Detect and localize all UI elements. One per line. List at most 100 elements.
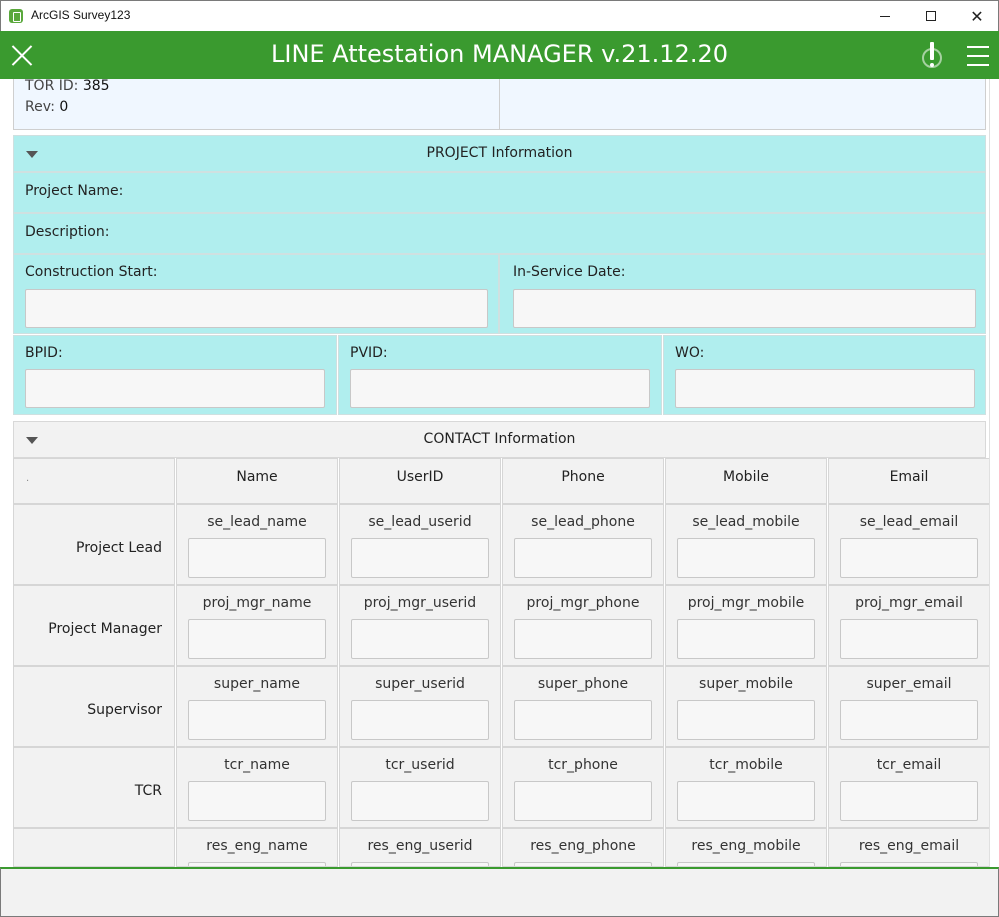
contact-field-input[interactable]	[351, 538, 489, 578]
hamburger-menu-icon[interactable]	[967, 46, 989, 66]
contact-field-input[interactable]	[188, 619, 326, 659]
contact-field-input[interactable]	[514, 781, 652, 821]
contact-field-input[interactable]	[677, 619, 815, 659]
column-header-mobile: Mobile	[665, 458, 827, 504]
row-label-cell-supervisor: Supervisor	[13, 666, 175, 747]
row-label: Project Manager	[48, 621, 162, 637]
contact-field-input[interactable]	[840, 619, 978, 659]
contact-field-cell: res_eng_email	[828, 828, 990, 867]
contact-field-input[interactable]	[351, 781, 489, 821]
pvid-cell: PVID:	[338, 335, 662, 415]
contact-field-input[interactable]	[514, 619, 652, 659]
table-corner-cell: .	[13, 458, 175, 504]
contact-field-label: super_phone	[537, 676, 629, 692]
contact-field-input[interactable]	[514, 538, 652, 578]
project-group-header[interactable]: PROJECT Information	[13, 135, 986, 172]
contact-heading: CONTACT Information	[423, 431, 576, 447]
contact-field-label: proj_mgr_email	[855, 595, 963, 611]
contact-field-label: res_eng_mobile	[691, 838, 801, 854]
contact-field-input[interactable]	[840, 781, 978, 821]
contact-field-label: res_eng_phone	[530, 838, 636, 854]
column-header-label: Email	[889, 469, 929, 485]
contact-field-input[interactable]	[188, 700, 326, 740]
gps-warning-icon[interactable]	[920, 42, 948, 70]
contact-field-input[interactable]	[840, 538, 978, 578]
contact-field-label: proj_mgr_phone	[526, 595, 640, 611]
contact-field-label: res_eng_email	[858, 838, 960, 854]
contact-field-cell: proj_mgr_email	[828, 585, 990, 666]
scroll-track[interactable]	[989, 79, 990, 867]
wo-label: WO:	[675, 345, 705, 361]
contact-field-label: se_lead_phone	[531, 514, 635, 530]
contact-field-cell: res_eng_mobile	[665, 828, 827, 867]
contact-field-cell: proj_mgr_phone	[502, 585, 664, 666]
contact-field-input[interactable]	[188, 781, 326, 821]
window-close-button[interactable]: ✕	[954, 1, 999, 31]
construction-start-input[interactable]	[25, 289, 488, 328]
contact-field-input[interactable]	[677, 538, 815, 578]
column-header-phone: Phone	[502, 458, 664, 504]
minimize-button[interactable]	[862, 1, 908, 31]
contact-field-input[interactable]	[840, 700, 978, 740]
contact-field-input[interactable]	[188, 538, 326, 578]
contact-field-cell: super_email	[828, 666, 990, 747]
contact-field-cell: tcr_name	[176, 747, 338, 828]
in-service-date-input[interactable]	[513, 289, 976, 328]
contact-field-input[interactable]	[351, 700, 489, 740]
contact-field-label: se_lead_userid	[368, 514, 472, 530]
row-label: Project Lead	[76, 540, 162, 556]
project-name-row: Project Name:	[13, 172, 986, 213]
row-label-cell-row-4	[13, 828, 175, 867]
contact-field-cell: tcr_userid	[339, 747, 501, 828]
contact-field-label: tcr_phone	[548, 757, 618, 773]
in-service-date-cell: In-Service Date:	[499, 254, 986, 334]
contact-field-cell: super_phone	[502, 666, 664, 747]
minimize-icon	[880, 15, 890, 17]
maximize-button[interactable]	[908, 1, 954, 31]
contact-field-input[interactable]	[514, 700, 652, 740]
contact-field-cell: tcr_email	[828, 747, 990, 828]
contact-field-label: res_eng_name	[206, 838, 308, 854]
contact-field-label: se_lead_email	[859, 514, 959, 530]
project-heading: PROJECT Information	[426, 145, 573, 161]
contact-field-label: se_lead_mobile	[692, 514, 800, 530]
contact-field-input[interactable]	[677, 700, 815, 740]
contact-field-cell: tcr_mobile	[665, 747, 827, 828]
survey-title: LINE Attestation MANAGER v.21.12.20	[271, 40, 728, 68]
contact-field-label: proj_mgr_userid	[363, 595, 477, 611]
contact-field-cell: proj_mgr_mobile	[665, 585, 827, 666]
description-row: Description:	[13, 213, 986, 254]
column-header-label: Name	[236, 469, 278, 485]
wo-input[interactable]	[675, 369, 975, 408]
contact-field-cell: tcr_phone	[502, 747, 664, 828]
contact-field-cell: super_name	[176, 666, 338, 747]
column-header-label: Mobile	[723, 469, 769, 485]
row-label: Supervisor	[87, 702, 162, 718]
wo-cell: WO:	[663, 335, 986, 415]
contact-group-header[interactable]: CONTACT Information	[13, 421, 986, 458]
survey-header: LINE Attestation MANAGER v.21.12.20	[0, 31, 999, 79]
contact-field-label: super_mobile	[699, 676, 793, 692]
contact-field-cell: proj_mgr_name	[176, 585, 338, 666]
project-name-label: Project Name:	[25, 183, 124, 199]
contact-field-cell: res_eng_phone	[502, 828, 664, 867]
bpid-label: BPID:	[25, 345, 63, 361]
survey123-app-icon	[9, 9, 23, 23]
contact-field-cell: proj_mgr_userid	[339, 585, 501, 666]
contact-field-label: tcr_email	[876, 757, 942, 773]
contact-field-label: super_email	[866, 676, 952, 692]
contact-field-label: se_lead_name	[207, 514, 307, 530]
column-header-name: Name	[176, 458, 338, 504]
contact-field-input[interactable]	[351, 619, 489, 659]
column-header-email: Email	[828, 458, 990, 504]
contact-field-cell: se_lead_name	[176, 504, 338, 585]
description-label: Description:	[25, 224, 110, 240]
contact-field-label: super_userid	[375, 676, 465, 692]
construction-start-label: Construction Start:	[25, 264, 158, 280]
bpid-input[interactable]	[25, 369, 325, 408]
contact-field-input[interactable]	[677, 781, 815, 821]
column-header-label: Phone	[561, 469, 605, 485]
contact-field-label: super_name	[213, 676, 301, 692]
contact-field-cell: res_eng_userid	[339, 828, 501, 867]
pvid-input[interactable]	[350, 369, 650, 408]
